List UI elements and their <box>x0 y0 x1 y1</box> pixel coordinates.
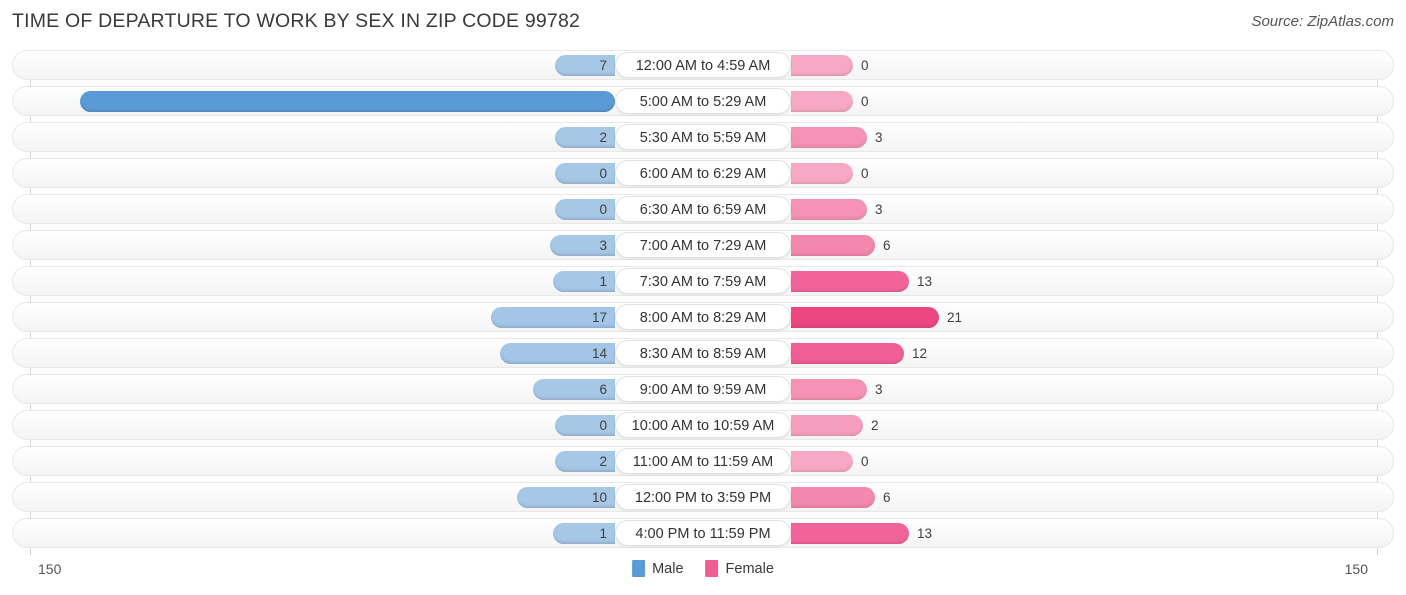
bar-track: 6 3 9:00 AM to 9:59 AM <box>13 375 1393 403</box>
bar-track: 1 13 4:00 PM to 11:59 PM <box>13 519 1393 547</box>
bar-track: 7 0 12:00 AM to 4:59 AM <box>13 51 1393 79</box>
category-label-pill: 7:00 AM to 7:29 AM <box>615 232 791 258</box>
male-value-label: 2 <box>599 454 607 469</box>
category-label-pill: 6:30 AM to 6:59 AM <box>615 196 791 222</box>
male-value-label: 10 <box>591 490 607 505</box>
table-row[interactable]: 6 3 9:00 AM to 9:59 AM <box>12 374 1394 404</box>
bar-track: 10 6 12:00 PM to 3:59 PM <box>13 483 1393 511</box>
category-label-pill: 5:00 AM to 5:29 AM <box>615 88 791 114</box>
bar-track: 3 6 7:00 AM to 7:29 AM <box>13 231 1393 259</box>
category-label-pill: 7:30 AM to 7:59 AM <box>615 268 791 294</box>
female-value-label: 13 <box>917 526 933 541</box>
table-row[interactable]: 0 3 6:30 AM to 6:59 AM <box>12 194 1394 224</box>
table-row[interactable]: 13405:00 AM to 5:29 AM <box>12 86 1394 116</box>
male-value-label: 1 <box>599 526 607 541</box>
category-label-pill: 9:00 AM to 9:59 AM <box>615 376 791 402</box>
source-attribution: Source: ZipAtlas.com <box>1251 13 1394 30</box>
female-value-label: 3 <box>875 202 883 217</box>
category-label-pill: 11:00 AM to 11:59 AM <box>615 448 791 474</box>
female-bar[interactable] <box>791 199 867 220</box>
female-value-label: 3 <box>875 130 883 145</box>
table-row[interactable]: 17 21 8:00 AM to 8:29 AM <box>12 302 1394 332</box>
female-bar[interactable] <box>791 91 853 112</box>
male-value-label: 3 <box>599 238 607 253</box>
table-row[interactable]: 2 0 11:00 AM to 11:59 AM <box>12 446 1394 476</box>
male-value-label: 17 <box>591 310 607 325</box>
male-swatch <box>632 560 646 577</box>
category-label-pill: 12:00 AM to 4:59 AM <box>615 52 791 78</box>
male-value-label: 0 <box>599 418 607 433</box>
bar-track: 0 0 6:00 AM to 6:29 AM <box>13 159 1393 187</box>
table-row[interactable]: 0 0 6:00 AM to 6:29 AM <box>12 158 1394 188</box>
chart-header: TIME OF DEPARTURE TO WORK BY SEX IN ZIP … <box>0 0 1406 44</box>
category-label-pill: 5:30 AM to 5:59 AM <box>615 124 791 150</box>
table-row[interactable]: 1 13 7:30 AM to 7:59 AM <box>12 266 1394 296</box>
female-value-label: 6 <box>883 490 891 505</box>
female-value-label: 2 <box>871 418 879 433</box>
male-value-label: 2 <box>599 130 607 145</box>
female-value-label: 0 <box>861 454 869 469</box>
male-value-label: 1 <box>599 274 607 289</box>
table-row[interactable]: 7 0 12:00 AM to 4:59 AM <box>12 50 1394 80</box>
female-bar[interactable] <box>791 379 867 400</box>
axis-max-label-left: 150 <box>38 561 62 577</box>
female-bar[interactable] <box>791 55 853 76</box>
bar-rows-container: 7012:00 AM to 4:59 AM13405:00 AM to 5:29… <box>0 50 1406 554</box>
bar-track: 1 13 7:30 AM to 7:59 AM <box>13 267 1393 295</box>
bar-track: 14 12 8:30 AM to 8:59 AM <box>13 339 1393 367</box>
female-bar[interactable] <box>791 343 904 364</box>
chart-legend: Male Female <box>632 560 774 577</box>
table-row[interactable]: 2 3 5:30 AM to 5:59 AM <box>12 122 1394 152</box>
female-value-label: 6 <box>883 238 891 253</box>
page-title: TIME OF DEPARTURE TO WORK BY SEX IN ZIP … <box>12 10 581 32</box>
female-bar[interactable] <box>791 163 853 184</box>
category-label-pill: 4:00 PM to 11:59 PM <box>615 520 791 546</box>
table-row[interactable]: 0 2 10:00 AM to 10:59 AM <box>12 410 1394 440</box>
male-value-label: 6 <box>599 382 607 397</box>
category-label-pill: 6:00 AM to 6:29 AM <box>615 160 791 186</box>
female-swatch <box>705 560 719 577</box>
female-bar[interactable] <box>791 487 875 508</box>
table-row[interactable]: 10 6 12:00 PM to 3:59 PM <box>12 482 1394 512</box>
category-label-pill: 10:00 AM to 10:59 AM <box>615 412 791 438</box>
male-value-label: 0 <box>599 166 607 181</box>
female-bar[interactable] <box>791 271 909 292</box>
table-row[interactable]: 1 13 4:00 PM to 11:59 PM <box>12 518 1394 548</box>
female-bar[interactable] <box>791 451 853 472</box>
legend-label: Male <box>652 560 684 577</box>
female-value-label: 0 <box>861 166 869 181</box>
male-bar[interactable] <box>80 91 615 112</box>
bar-track: 0 3 6:30 AM to 6:59 AM <box>13 195 1393 223</box>
legend-label: Female <box>725 560 774 577</box>
male-value-label: 0 <box>599 202 607 217</box>
female-bar[interactable] <box>791 307 939 328</box>
male-value-label: 14 <box>591 346 607 361</box>
female-bar[interactable] <box>791 523 909 544</box>
axis-max-label-right: 150 <box>1344 561 1368 577</box>
category-label-pill: 8:00 AM to 8:29 AM <box>615 304 791 330</box>
female-value-label: 21 <box>947 310 963 325</box>
male-value-label: 7 <box>599 58 607 73</box>
table-row[interactable]: 14 12 8:30 AM to 8:59 AM <box>12 338 1394 368</box>
legend-item-male[interactable]: Male <box>632 560 684 577</box>
female-bar[interactable] <box>791 235 875 256</box>
category-label-pill: 12:00 PM to 3:59 PM <box>615 484 791 510</box>
bar-track: 2 3 5:30 AM to 5:59 AM <box>13 123 1393 151</box>
legend-item-female[interactable]: Female <box>705 560 774 577</box>
bar-track: 13405:00 AM to 5:29 AM <box>13 87 1393 115</box>
bar-track: 2 0 11:00 AM to 11:59 AM <box>13 447 1393 475</box>
female-value-label: 0 <box>861 94 869 109</box>
female-bar[interactable] <box>791 415 863 436</box>
bar-track: 17 21 8:00 AM to 8:29 AM <box>13 303 1393 331</box>
female-value-label: 0 <box>861 58 869 73</box>
female-value-label: 3 <box>875 382 883 397</box>
female-bar[interactable] <box>791 127 867 148</box>
chart-footer: 150 Male Female 150 <box>0 555 1406 595</box>
chart-plot-area: 7012:00 AM to 4:59 AM13405:00 AM to 5:29… <box>0 50 1406 555</box>
category-label-pill: 8:30 AM to 8:59 AM <box>615 340 791 366</box>
table-row[interactable]: 3 6 7:00 AM to 7:29 AM <box>12 230 1394 260</box>
female-value-label: 13 <box>917 274 933 289</box>
bar-track: 0 2 10:00 AM to 10:59 AM <box>13 411 1393 439</box>
female-value-label: 12 <box>912 346 928 361</box>
